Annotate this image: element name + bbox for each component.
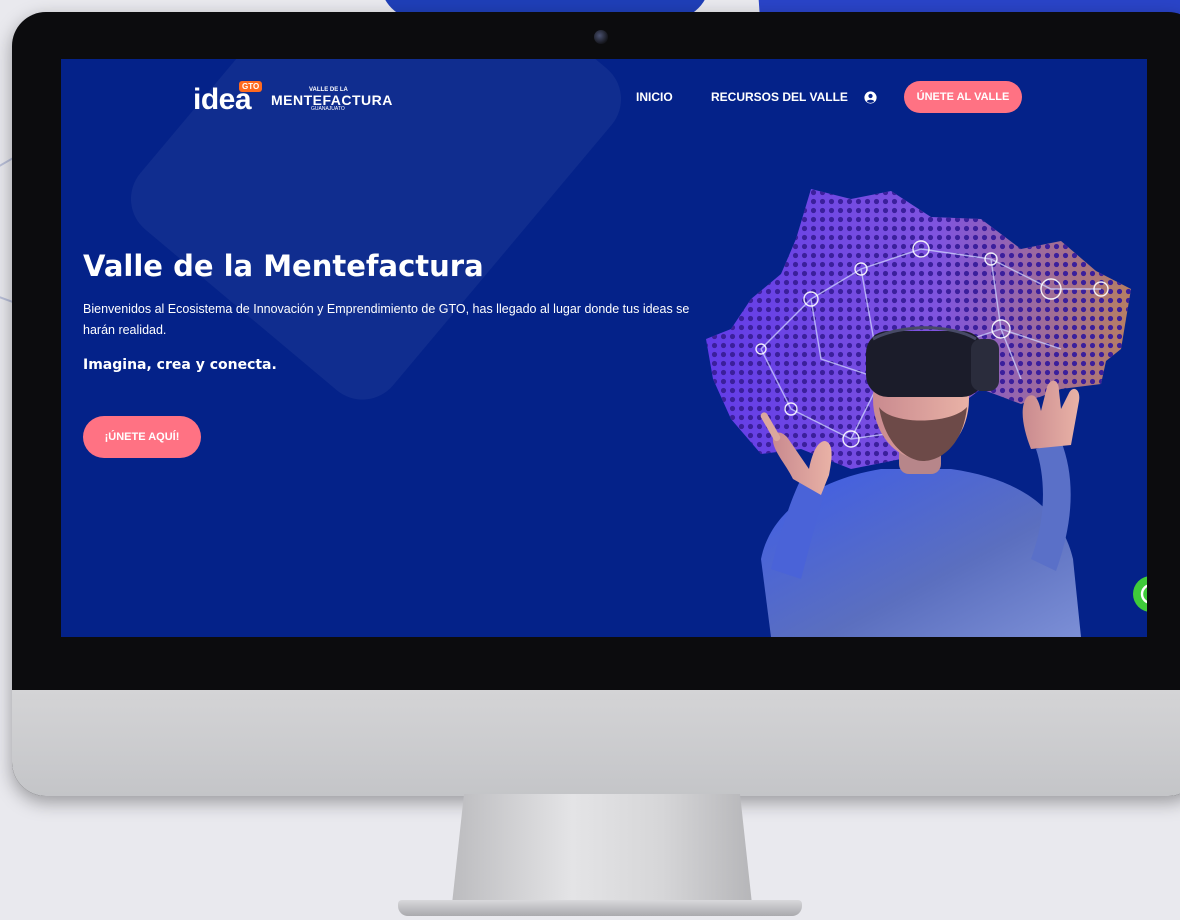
nav-link-recursos[interactable]: RECURSOS DEL VALLE bbox=[711, 90, 848, 104]
camera-icon bbox=[594, 30, 608, 44]
join-valley-button[interactable]: ÚNETE AL VALLE bbox=[904, 81, 1022, 113]
hero-description: Bienvenidos al Ecosistema de Innovación … bbox=[83, 302, 690, 337]
whatsapp-button[interactable] bbox=[1133, 576, 1147, 612]
monitor: idea GTO VALLE DE LA MENTEFACTURA GUANAJ… bbox=[12, 12, 1180, 796]
hero-tagline: Imagina, crea y conecta. bbox=[83, 357, 277, 373]
gto-arrow-icon: GTO bbox=[239, 81, 263, 92]
website-screen: idea GTO VALLE DE LA MENTEFACTURA GUANAJ… bbox=[61, 59, 1147, 637]
logo-valle-mentefactura: VALLE DE LA MENTEFACTURA GUANAJUATO bbox=[271, 87, 393, 112]
monitor-stand-base bbox=[398, 900, 802, 916]
nav-link-inicio[interactable]: INICIO bbox=[636, 90, 673, 104]
hero-title: Valle de la Mentefactura bbox=[83, 249, 484, 283]
whatsapp-icon bbox=[1140, 584, 1147, 604]
logo-valle-big-text: MENTEFACTURA bbox=[271, 92, 393, 108]
monitor-chin bbox=[12, 690, 1180, 796]
hero-illustration bbox=[706, 189, 1131, 637]
user-icon[interactable] bbox=[864, 91, 877, 104]
join-here-button[interactable]: ¡ÚNETE AQUÍ! bbox=[83, 416, 201, 458]
monitor-stand bbox=[452, 794, 752, 904]
